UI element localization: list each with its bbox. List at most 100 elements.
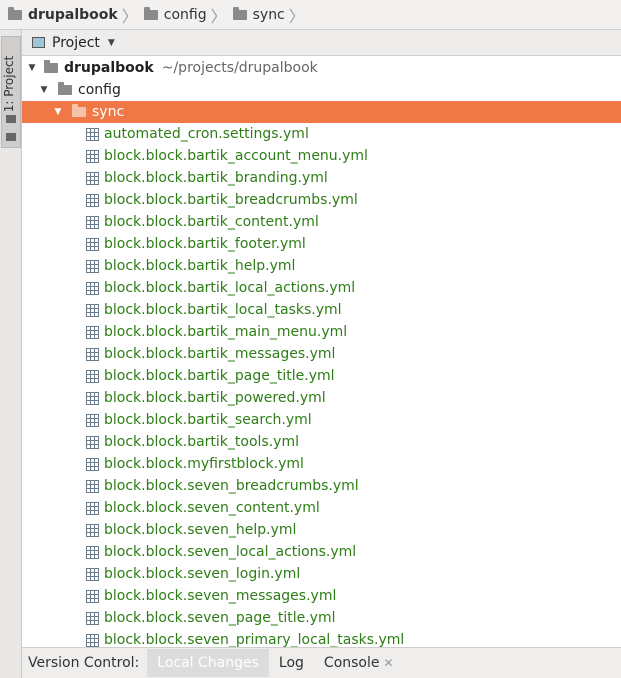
tree-file-row[interactable]: block.block.myfirstblock.yml [22, 453, 621, 475]
file-name: block.block.seven_primary_local_tasks.ym… [104, 632, 405, 647]
folder-icon [72, 104, 86, 117]
tree-file-row[interactable]: block.block.bartik_search.yml [22, 409, 621, 431]
file-name: block.block.myfirstblock.yml [104, 456, 304, 472]
yml-file-icon [86, 237, 99, 251]
file-name: block.block.bartik_local_tasks.yml [104, 302, 342, 318]
tree-file-row[interactable]: block.block.bartik_tools.yml [22, 431, 621, 453]
project-view-icon [32, 37, 45, 48]
breadcrumb-item-config[interactable]: config 〉 [143, 0, 233, 30]
chevron-down-icon[interactable]: ▼ [108, 38, 115, 48]
tree-file-row[interactable]: block.block.seven_messages.yml [22, 585, 621, 607]
tab-console-label: Console [323, 655, 380, 671]
tree-file-row[interactable]: block.block.bartik_messages.yml [22, 343, 621, 365]
folder-icon [232, 6, 247, 20]
yml-file-icon [86, 435, 99, 449]
tree-file-row[interactable]: block.block.bartik_local_tasks.yml [22, 299, 621, 321]
breadcrumb: drupalbook 〉 config 〉 sync 〉 [0, 0, 621, 30]
breadcrumb-label: drupalbook [28, 6, 118, 23]
folder-icon [143, 6, 158, 20]
tree-folder-row-config[interactable]: ▼ config [22, 79, 621, 101]
yml-file-icon [86, 303, 99, 317]
yml-file-icon [86, 193, 99, 207]
yml-file-icon [86, 325, 99, 339]
tree-file-row[interactable]: block.block.seven_breadcrumbs.yml [22, 475, 621, 497]
tree-file-row[interactable]: block.block.seven_page_title.yml [22, 607, 621, 629]
yml-file-icon [86, 457, 99, 471]
expand-arrow-icon[interactable]: ▼ [52, 107, 64, 117]
folder-icon [44, 60, 58, 73]
yml-file-icon [86, 281, 99, 295]
tool-window-strip: 1: Project [0, 30, 22, 678]
tree-file-row[interactable]: block.block.bartik_local_actions.yml [22, 277, 621, 299]
folder-icon [8, 6, 22, 20]
tab-local-changes[interactable]: Local Changes [147, 649, 269, 677]
tree-root-row[interactable]: ▼ drupalbook ~/projects/drupalbook [22, 57, 621, 79]
folder-name: config [78, 82, 121, 98]
yml-file-icon [86, 391, 99, 405]
tree-file-row[interactable]: block.block.seven_content.yml [22, 497, 621, 519]
yml-file-icon [86, 501, 99, 515]
chevron-right-icon: 〉 [121, 6, 138, 26]
file-name: block.block.bartik_content.yml [104, 214, 319, 230]
file-name: block.block.seven_breadcrumbs.yml [104, 478, 359, 494]
breadcrumb-label: config [163, 6, 207, 23]
file-name: block.block.bartik_messages.yml [104, 346, 336, 362]
close-icon[interactable]: ✕ [384, 656, 394, 670]
yml-file-icon [86, 127, 99, 141]
root-folder-name: drupalbook [64, 60, 154, 76]
yml-file-icon [86, 633, 99, 647]
tree-file-row[interactable]: block.block.bartik_footer.yml [22, 233, 621, 255]
yml-file-icon [86, 369, 99, 383]
project-tool-tab-label: 1: Project [2, 55, 16, 113]
yml-file-icon [86, 611, 99, 625]
yml-file-icon [86, 479, 99, 493]
tree-file-row[interactable]: automated_cron.settings.yml [22, 123, 621, 145]
project-tree[interactable]: ▼ drupalbook ~/projects/drupalbook ▼ con… [22, 57, 621, 647]
file-name: block.block.bartik_help.yml [104, 258, 296, 274]
yml-file-icon [86, 171, 99, 185]
yml-file-icon [86, 149, 99, 163]
folder-icon [58, 82, 72, 95]
tree-file-row[interactable]: block.block.bartik_content.yml [22, 211, 621, 233]
file-name: block.block.seven_local_actions.yml [104, 544, 357, 560]
folder-icon [6, 115, 16, 123]
file-name: block.block.bartik_branding.yml [104, 170, 328, 186]
tree-file-row[interactable]: block.block.bartik_powered.yml [22, 387, 621, 409]
tree-file-row[interactable]: block.block.bartik_branding.yml [22, 167, 621, 189]
tree-file-row[interactable]: block.block.bartik_breadcrumbs.yml [22, 189, 621, 211]
file-name: block.block.bartik_main_menu.yml [104, 324, 348, 340]
tab-console[interactable]: Console ✕ [314, 649, 404, 677]
expand-arrow-icon[interactable]: ▼ [38, 85, 50, 95]
breadcrumb-item-drupalbook[interactable]: drupalbook 〉 [8, 0, 144, 30]
version-control-label: Version Control: [28, 655, 140, 671]
yml-file-icon [86, 259, 99, 273]
tab-log[interactable]: Log [269, 649, 314, 677]
project-tool-tab[interactable]: 1: Project [1, 36, 21, 148]
tree-file-row[interactable]: block.block.bartik_help.yml [22, 255, 621, 277]
file-name: block.block.seven_messages.yml [104, 588, 337, 604]
tree-file-row[interactable]: block.block.seven_primary_local_tasks.ym… [22, 629, 621, 647]
yml-file-icon [86, 347, 99, 361]
file-name: block.block.bartik_tools.yml [104, 434, 299, 450]
folder-icon [6, 133, 16, 141]
breadcrumb-item-sync[interactable]: sync 〉 [232, 0, 311, 30]
file-name: block.block.bartik_footer.yml [104, 236, 306, 252]
tree-file-row[interactable]: block.block.seven_local_actions.yml [22, 541, 621, 563]
yml-file-icon [86, 567, 99, 581]
file-name: block.block.bartik_local_actions.yml [104, 280, 356, 296]
root-folder-path: ~/projects/drupalbook [161, 60, 318, 76]
tree-file-row[interactable]: block.block.bartik_account_menu.yml [22, 145, 621, 167]
project-view-title: Project [52, 34, 100, 51]
file-name: block.block.seven_page_title.yml [104, 610, 336, 626]
file-name: block.block.bartik_page_title.yml [104, 368, 335, 384]
tree-file-row[interactable]: block.block.seven_help.yml [22, 519, 621, 541]
yml-file-icon [86, 589, 99, 603]
yml-file-icon [86, 523, 99, 537]
tree-file-row[interactable]: block.block.bartik_main_menu.yml [22, 321, 621, 343]
yml-file-icon [86, 545, 99, 559]
expand-arrow-icon[interactable]: ▼ [26, 63, 38, 73]
tree-file-row[interactable]: block.block.seven_login.yml [22, 563, 621, 585]
project-view-header[interactable]: Project ▼ [22, 30, 621, 56]
tree-file-row[interactable]: block.block.bartik_page_title.yml [22, 365, 621, 387]
tree-folder-row-sync[interactable]: ▼ sync [22, 101, 621, 123]
